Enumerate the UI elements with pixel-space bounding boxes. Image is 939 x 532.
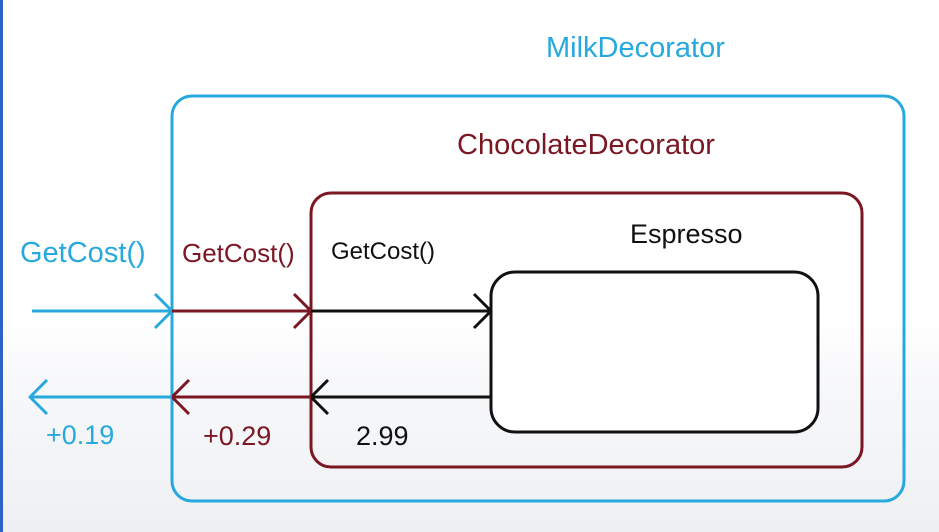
milk-call-label: GetCost() — [20, 237, 146, 269]
chocolate-return-value: +0.29 — [203, 421, 272, 451]
espresso-return-value: 2.99 — [356, 421, 409, 451]
milk-return-value: +0.19 — [46, 420, 115, 450]
espresso-call-label: GetCost() — [331, 238, 436, 265]
decorator-diagram: MilkDecorator ChocolateDecorator Espress… — [0, 0, 939, 532]
chocolate-decorator-title: ChocolateDecorator — [457, 129, 715, 161]
milk-decorator-title: MilkDecorator — [546, 32, 725, 64]
chocolate-call-label: GetCost() — [182, 238, 295, 268]
espresso-title: Espresso — [630, 219, 743, 249]
espresso-box — [489, 270, 820, 434]
